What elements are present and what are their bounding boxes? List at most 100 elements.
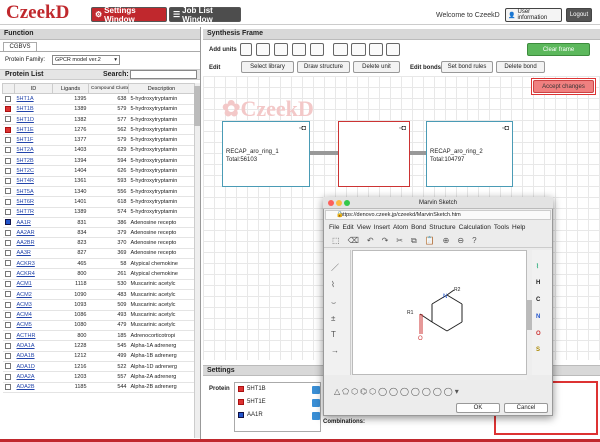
checkbox-icon[interactable] xyxy=(4,229,11,236)
unit-menu-icon[interactable]: ▫◘ xyxy=(399,125,406,132)
table-row[interactable]: ADA1D 1216 522 Alpha-1D adrenerg xyxy=(2,361,194,373)
delete-bond-button[interactable]: Delete bond xyxy=(496,61,545,73)
checkbox-icon[interactable] xyxy=(4,322,11,329)
protein-family-select[interactable]: GPCR model ver.2 ▾ xyxy=(52,55,120,65)
table-row[interactable]: ADA2B 1185 544 Alpha-2B adrenerg xyxy=(2,382,194,393)
table-row[interactable]: 5HT1D 1382 577 5-hydroxytryptamin xyxy=(2,114,194,126)
accept-changes-button[interactable]: Accept changes xyxy=(533,80,594,93)
add-unit-three-bond-button[interactable] xyxy=(292,43,306,56)
checkbox-icon[interactable] xyxy=(4,147,11,154)
checkbox-icon[interactable] xyxy=(4,239,11,246)
menu-edit[interactable]: Edit xyxy=(342,223,353,233)
row-checkbox[interactable] xyxy=(2,248,15,260)
checkbox-icon[interactable] xyxy=(4,342,11,349)
nitrogen-atom-label[interactable]: N xyxy=(443,294,447,300)
logout-button[interactable]: Logout xyxy=(566,8,592,22)
row-checkbox[interactable] xyxy=(2,258,15,270)
checkbox-icon[interactable] xyxy=(4,116,11,123)
synthesis-unit-selected[interactable]: ▫◘ xyxy=(338,121,410,187)
clear-frame-button[interactable]: Clear frame xyxy=(527,43,590,56)
table-row[interactable]: 5HT7R 1389 574 5-hydroxytryptamin xyxy=(2,207,194,218)
row-checkbox[interactable] xyxy=(2,299,15,311)
zoom-out-icon[interactable]: ⊖ xyxy=(457,236,464,245)
set-bond-rules-button[interactable]: Set bond rules xyxy=(441,61,493,73)
column-header-ligands[interactable]: Ligands xyxy=(52,83,89,95)
settings-window-button[interactable]: ⚙ Settings Window xyxy=(91,6,167,24)
table-row[interactable]: ACM1 1118 530 Muscarinic acetylc xyxy=(2,279,194,290)
add-unit-one-bond-button[interactable] xyxy=(256,43,270,56)
column-header-clusters[interactable]: Compound Clusters xyxy=(88,83,129,95)
protein-id-link[interactable]: 5HT1F xyxy=(14,134,53,146)
unit-menu-icon[interactable]: ▫◘ xyxy=(502,125,509,132)
select-library-button[interactable]: Select library xyxy=(241,61,294,73)
table-row[interactable]: AA3R 827 369 Adenosine recepto xyxy=(2,248,194,260)
protein-id-link[interactable]: ACM3 xyxy=(14,299,53,311)
table-row[interactable]: 5HT2C 1404 626 5-hydroxytryptamin xyxy=(2,165,194,177)
template-cyclopentane-icon[interactable]: ⬠ xyxy=(342,387,349,396)
protein-id-link[interactable]: ADA1B xyxy=(14,351,53,363)
trash-icon[interactable] xyxy=(312,412,320,420)
maximize-window-icon[interactable] xyxy=(344,200,350,206)
row-checkbox[interactable] xyxy=(2,351,15,363)
row-checkbox[interactable] xyxy=(2,186,15,198)
protein-id-link[interactable]: 5HT1D xyxy=(14,114,53,126)
table-row[interactable]: ACKR3 465 58 Atypical chemokine xyxy=(2,258,194,270)
table-row[interactable]: ADA2A 1203 557 Alpha-2A adrenerg xyxy=(2,371,194,383)
row-checkbox[interactable] xyxy=(2,237,15,249)
cut-icon[interactable]: ✂ xyxy=(396,236,403,245)
checkbox-icon[interactable] xyxy=(4,157,11,164)
redo-icon[interactable]: ↷ xyxy=(382,236,389,245)
add-unit-two-bond-button[interactable] xyxy=(274,43,288,56)
row-checkbox[interactable] xyxy=(2,114,15,126)
element-n[interactable]: N xyxy=(536,314,540,320)
table-row[interactable]: AA2BR 823 370 Adenosine recepto xyxy=(2,237,194,249)
column-header-description[interactable]: Description xyxy=(128,83,194,95)
table-row[interactable]: AA1R 831 386 Adenosine recepto xyxy=(2,217,194,229)
protein-id-link[interactable]: 5HT2B xyxy=(14,155,53,167)
synthesis-unit[interactable]: ▫◘ RECAP_aro_ring_1 Total:56103 xyxy=(222,121,310,187)
row-checkbox[interactable] xyxy=(2,279,15,290)
element-s[interactable]: S xyxy=(536,347,540,353)
checkbox-icon[interactable] xyxy=(4,198,11,205)
url-bar[interactable]: https://denovo.czeek.jp/czeekd/MarvinSke… xyxy=(325,210,551,220)
charge-tool-icon[interactable]: ± xyxy=(331,314,335,323)
ok-button[interactable]: OK xyxy=(456,403,500,413)
protein-id-link[interactable]: ADA2B xyxy=(14,382,53,393)
menu-atom[interactable]: Atom xyxy=(393,223,408,233)
protein-id-link[interactable]: AA3R xyxy=(14,248,53,260)
row-checkbox[interactable] xyxy=(2,165,15,177)
table-row[interactable]: ACTHR 800 185 Adrenocorticotropi xyxy=(2,330,194,342)
row-checkbox[interactable] xyxy=(2,155,15,167)
protein-id-link[interactable]: ADA1D xyxy=(14,361,53,373)
checkbox-icon[interactable] xyxy=(4,178,11,185)
table-row[interactable]: 5HT5A 1340 556 5-hydroxytryptamin xyxy=(2,186,194,198)
paste-icon[interactable]: 📋 xyxy=(425,236,435,245)
chain-tool-icon[interactable]: ⌇ xyxy=(331,280,335,289)
user-information-button[interactable]: 👤 User information xyxy=(505,8,562,22)
close-window-icon[interactable] xyxy=(328,200,334,206)
r2-label[interactable]: R2 xyxy=(454,287,461,293)
erase-icon[interactable]: ⌫ xyxy=(348,236,359,245)
menu-calculation[interactable]: Calculation xyxy=(459,223,491,233)
protein-id-link[interactable]: AA1R xyxy=(14,217,53,229)
template-cyclopropane-icon[interactable]: △ xyxy=(334,387,340,396)
add-single-unit-button[interactable] xyxy=(240,43,252,56)
add-grid-units-button[interactable] xyxy=(386,43,400,56)
menu-view[interactable]: View xyxy=(357,223,371,233)
table-row[interactable]: ACM3 1093 509 Muscarinic acetylc xyxy=(2,299,194,311)
table-row[interactable]: AA2AR 834 379 Adenosine recepto xyxy=(2,227,194,239)
protein-id-link[interactable]: 5HT1E xyxy=(14,124,53,136)
wedge-bond-tool-icon[interactable]: ⌣ xyxy=(331,298,336,308)
molecule-structure[interactable]: N R2 R1 O xyxy=(352,250,527,375)
add-two-unit-chain-button[interactable] xyxy=(333,43,348,56)
add-unit-four-bond-button[interactable] xyxy=(310,43,324,56)
oxygen-atom-label[interactable]: O xyxy=(418,336,423,342)
unit-menu-icon[interactable]: ▫◘ xyxy=(299,125,306,132)
checkbox-icon[interactable] xyxy=(4,136,11,143)
protein-id-link[interactable]: 5HT6R xyxy=(14,196,53,208)
row-checkbox[interactable] xyxy=(2,104,15,115)
checkbox-icon[interactable] xyxy=(4,384,11,391)
checkbox-icon[interactable] xyxy=(4,270,11,277)
synthesis-unit[interactable]: ▫◘ RECAP_aro_ring_2 Total:104797 xyxy=(426,121,513,187)
row-checkbox[interactable] xyxy=(2,268,15,280)
